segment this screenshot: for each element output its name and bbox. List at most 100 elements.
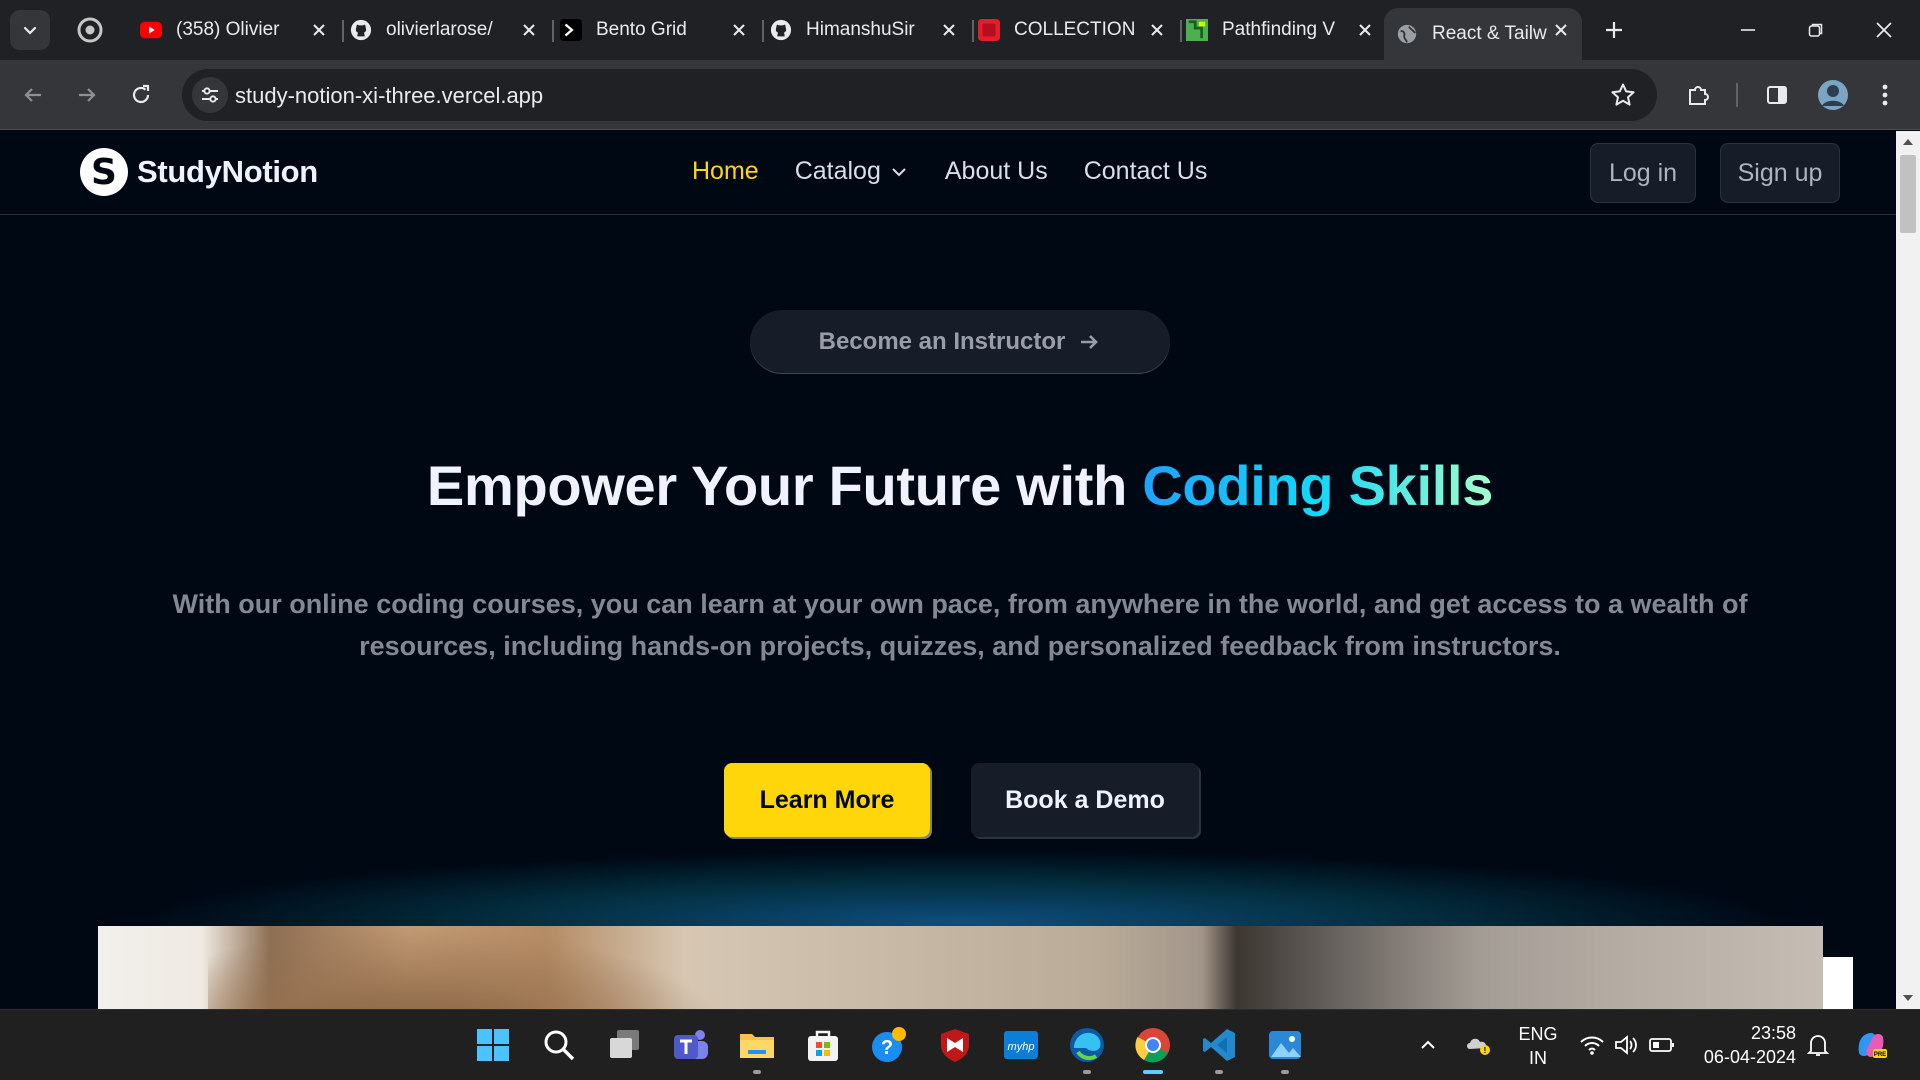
tab-title: React & Tailw xyxy=(1432,23,1547,44)
arrow-left-icon xyxy=(24,88,41,102)
volume-icon[interactable] xyxy=(1608,1024,1644,1066)
copilot-icon[interactable]: PRE xyxy=(1850,1024,1892,1066)
pathfinding-icon xyxy=(1186,19,1208,41)
nav-about[interactable]: About Us xyxy=(945,157,1048,186)
chrome-profile-icon xyxy=(74,14,106,46)
svg-text:?: ? xyxy=(881,1037,893,1059)
onedrive-warning-icon[interactable]: ! xyxy=(1460,1024,1496,1066)
tab-title: olivierlarose/ xyxy=(386,19,493,40)
scroll-up-arrow[interactable] xyxy=(1903,139,1913,145)
tab-github-olivier[interactable]: olivierlarose/ xyxy=(350,8,554,52)
task-view-icon[interactable] xyxy=(604,1024,646,1066)
show-hidden-icons-button[interactable] xyxy=(1410,1024,1446,1066)
restore-button[interactable] xyxy=(1800,14,1832,46)
mcafee-icon[interactable] xyxy=(934,1024,976,1066)
page-scrollbar[interactable] xyxy=(1896,131,1920,1009)
close-tab-icon[interactable] xyxy=(938,19,960,41)
login-button[interactable]: Log in xyxy=(1590,143,1696,203)
get-help-icon[interactable]: ? xyxy=(868,1024,910,1066)
tab-title: Pathfinding V xyxy=(1222,19,1336,40)
address-bar[interactable]: study-notion-xi-three.vercel.app xyxy=(182,69,1657,121)
star-icon xyxy=(1611,83,1635,106)
minimize-icon xyxy=(1741,29,1755,31)
scroll-down-arrow[interactable] xyxy=(1903,995,1913,1001)
tab-pathfinding[interactable]: Pathfinding V xyxy=(1186,8,1386,52)
globe-icon xyxy=(1396,23,1418,45)
edge-icon[interactable] xyxy=(1066,1024,1108,1074)
tab-react-tailwind-active[interactable]: React & Tailw xyxy=(1384,8,1582,60)
wifi-icon[interactable] xyxy=(1574,1024,1610,1066)
new-tab-button[interactable] xyxy=(1598,14,1630,46)
extensions-button[interactable] xyxy=(1682,78,1716,112)
tab-bento-grid[interactable]: Bento Grid xyxy=(560,8,764,52)
notifications-icon[interactable] xyxy=(1800,1024,1836,1066)
system-clock[interactable]: 23:58 06-04-2024 xyxy=(1700,1021,1796,1069)
chrome-icon[interactable] xyxy=(1132,1024,1174,1074)
tune-icon xyxy=(202,87,218,103)
reload-button[interactable] xyxy=(124,78,158,112)
tab-search-button[interactable] xyxy=(10,10,50,50)
headline-highlight: Coding Skills xyxy=(1142,454,1494,517)
url-text[interactable]: study-notion-xi-three.vercel.app xyxy=(235,83,543,109)
close-tab-icon[interactable] xyxy=(1354,19,1376,41)
teams-icon[interactable] xyxy=(670,1024,712,1066)
svg-text:myhp: myhp xyxy=(1008,1041,1035,1053)
chrome-menu-button[interactable] xyxy=(1868,78,1902,112)
input-language-indicator[interactable]: ENG IN xyxy=(1512,1022,1564,1070)
github-icon xyxy=(350,19,372,41)
tab-title: HimanshuSir xyxy=(806,19,915,40)
close-tab-icon[interactable] xyxy=(308,19,330,41)
close-window-button[interactable] xyxy=(1868,14,1900,46)
windows-taskbar: ? myhp ! ENG IN 23:58 06-04-2024 PRE xyxy=(0,1009,1920,1080)
learn-more-button[interactable]: Learn More xyxy=(724,763,930,837)
github-icon xyxy=(770,19,792,41)
search-icon[interactable] xyxy=(538,1024,580,1066)
chevron-down-icon xyxy=(23,26,37,35)
tab-github-himanshu[interactable]: HimanshuSir xyxy=(770,8,974,52)
battery-icon[interactable] xyxy=(1644,1024,1680,1066)
back-button[interactable] xyxy=(16,78,50,112)
youtube-icon xyxy=(140,19,162,41)
forward-button[interactable] xyxy=(70,78,104,112)
site-logo[interactable]: S StudyNotion xyxy=(80,148,318,196)
myhp-icon[interactable]: myhp xyxy=(1000,1024,1042,1066)
region-code: IN xyxy=(1529,1048,1547,1068)
profile-avatar[interactable] xyxy=(1816,78,1850,112)
browser-tab-strip: (358) Olivier olivierlarose/ Bento Grid … xyxy=(0,0,1920,60)
close-tab-icon[interactable] xyxy=(518,19,540,41)
minimize-button[interactable] xyxy=(1732,14,1764,46)
nav-home[interactable]: Home xyxy=(692,157,759,186)
video-edge xyxy=(1823,957,1853,1009)
site-info-button[interactable] xyxy=(192,77,228,113)
close-icon xyxy=(1876,22,1892,38)
file-explorer-icon[interactable] xyxy=(736,1024,778,1074)
bookmark-star-button[interactable] xyxy=(1607,79,1639,111)
book-demo-button[interactable]: Book a Demo xyxy=(971,763,1199,837)
tab-title: (358) Olivier xyxy=(176,19,280,40)
microsoft-store-icon[interactable] xyxy=(802,1024,844,1066)
tab-title: COLLECTION xyxy=(1014,19,1136,40)
svg-text:!: ! xyxy=(1484,1046,1487,1055)
tab-youtube[interactable]: (358) Olivier xyxy=(140,8,344,52)
close-tab-icon[interactable] xyxy=(728,19,750,41)
windows-start-icon[interactable] xyxy=(472,1024,514,1066)
restore-icon xyxy=(1808,23,1823,37)
hero-subtext: With our online coding courses, you can … xyxy=(172,589,1748,661)
scroll-thumb[interactable] xyxy=(1900,155,1916,233)
tab-collection[interactable]: COLLECTION xyxy=(978,8,1182,52)
hero-headline: Empower Your Future with Coding Skills xyxy=(0,453,1896,518)
photos-icon[interactable] xyxy=(1264,1024,1306,1074)
become-instructor-button[interactable]: Become an Instructor xyxy=(750,310,1170,374)
close-tab-icon[interactable] xyxy=(1146,19,1168,41)
brand-name: StudyNotion xyxy=(137,154,318,189)
close-tab-icon[interactable] xyxy=(1550,19,1572,41)
arrow-right-icon xyxy=(79,88,96,102)
hero-video[interactable] xyxy=(98,926,1823,1009)
nav-catalog[interactable]: Catalog xyxy=(795,157,909,186)
side-panel-button[interactable] xyxy=(1760,78,1794,112)
signup-button[interactable]: Sign up xyxy=(1720,143,1840,203)
nav-contact[interactable]: Contact Us xyxy=(1084,157,1208,186)
red-square-icon xyxy=(978,19,1000,41)
toolbar-divider xyxy=(1736,83,1738,107)
vscode-icon[interactable] xyxy=(1198,1024,1240,1074)
